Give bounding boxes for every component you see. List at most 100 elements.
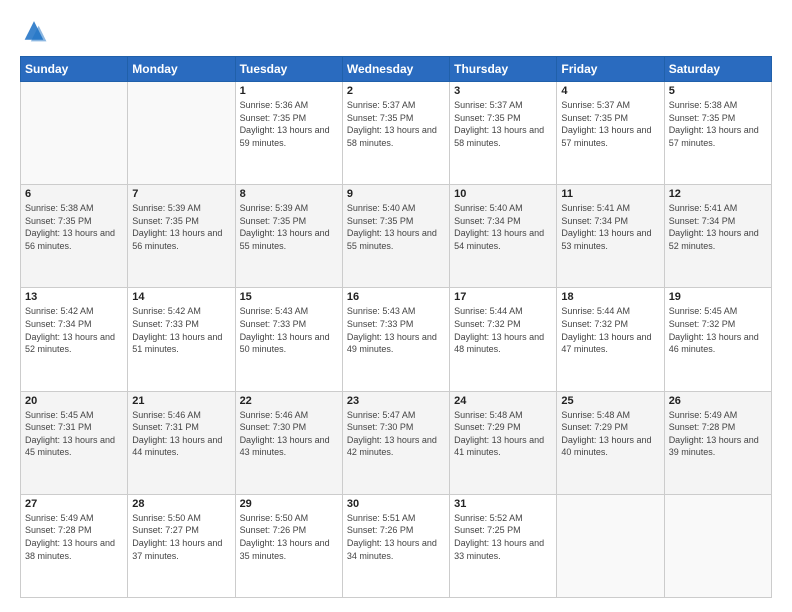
day-number: 24 — [454, 395, 552, 407]
day-number: 9 — [347, 188, 445, 200]
calendar-cell: 9 Sunrise: 5:40 AMSunset: 7:35 PMDaylight… — [342, 185, 449, 288]
week-row-2: 6 Sunrise: 5:38 AMSunset: 7:35 PMDaylight… — [21, 185, 772, 288]
calendar-cell — [664, 494, 771, 597]
day-number: 30 — [347, 498, 445, 510]
calendar-cell: 1 Sunrise: 5:36 AMSunset: 7:35 PMDaylight… — [235, 82, 342, 185]
calendar-cell: 4 Sunrise: 5:37 AMSunset: 7:35 PMDaylight… — [557, 82, 664, 185]
cell-sun-info: Sunrise: 5:52 AMSunset: 7:25 PMDaylight:… — [454, 512, 552, 562]
calendar-cell: 28 Sunrise: 5:50 AMSunset: 7:27 PMDayligh… — [128, 494, 235, 597]
calendar-cell: 10 Sunrise: 5:40 AMSunset: 7:34 PMDayligh… — [450, 185, 557, 288]
cell-sun-info: Sunrise: 5:36 AMSunset: 7:35 PMDaylight:… — [240, 99, 338, 149]
calendar-cell: 29 Sunrise: 5:50 AMSunset: 7:26 PMDayligh… — [235, 494, 342, 597]
day-header-sunday: Sunday — [21, 57, 128, 82]
day-number: 19 — [669, 291, 767, 303]
calendar-cell: 11 Sunrise: 5:41 AMSunset: 7:34 PMDayligh… — [557, 185, 664, 288]
cell-sun-info: Sunrise: 5:45 AMSunset: 7:31 PMDaylight:… — [25, 409, 123, 459]
cell-sun-info: Sunrise: 5:42 AMSunset: 7:34 PMDaylight:… — [25, 305, 123, 355]
cell-sun-info: Sunrise: 5:45 AMSunset: 7:32 PMDaylight:… — [669, 305, 767, 355]
day-number: 5 — [669, 85, 767, 97]
week-row-1: 1 Sunrise: 5:36 AMSunset: 7:35 PMDaylight… — [21, 82, 772, 185]
day-number: 23 — [347, 395, 445, 407]
day-number: 17 — [454, 291, 552, 303]
cell-sun-info: Sunrise: 5:46 AMSunset: 7:30 PMDaylight:… — [240, 409, 338, 459]
calendar-cell: 21 Sunrise: 5:46 AMSunset: 7:31 PMDayligh… — [128, 391, 235, 494]
calendar-cell: 13Sunrise: 5:42 AMSunset: 7:34 PMDayligh… — [21, 288, 128, 391]
day-header-monday: Monday — [128, 57, 235, 82]
day-header-saturday: Saturday — [664, 57, 771, 82]
cell-sun-info: Sunrise: 5:51 AMSunset: 7:26 PMDaylight:… — [347, 512, 445, 562]
cell-sun-info: Sunrise: 5:50 AMSunset: 7:26 PMDaylight:… — [240, 512, 338, 562]
day-number: 4 — [561, 85, 659, 97]
cell-sun-info: Sunrise: 5:41 AMSunset: 7:34 PMDaylight:… — [669, 202, 767, 252]
day-number: 10 — [454, 188, 552, 200]
calendar-cell: 18Sunrise: 5:44 AMSunset: 7:32 PMDayligh… — [557, 288, 664, 391]
cell-sun-info: Sunrise: 5:48 AMSunset: 7:29 PMDaylight:… — [454, 409, 552, 459]
day-number: 29 — [240, 498, 338, 510]
calendar-cell: 17Sunrise: 5:44 AMSunset: 7:32 PMDayligh… — [450, 288, 557, 391]
day-number: 18 — [561, 291, 659, 303]
calendar-cell: 15 Sunrise: 5:43 AMSunset: 7:33 PMDayligh… — [235, 288, 342, 391]
header — [20, 18, 772, 46]
calendar-cell: 27 Sunrise: 5:49 AMSunset: 7:28 PMDayligh… — [21, 494, 128, 597]
logo — [20, 18, 52, 46]
cell-sun-info: Sunrise: 5:40 AMSunset: 7:35 PMDaylight:… — [347, 202, 445, 252]
cell-sun-info: Sunrise: 5:43 AMSunset: 7:33 PMDaylight:… — [347, 305, 445, 355]
calendar-cell — [128, 82, 235, 185]
day-number: 14 — [132, 291, 230, 303]
calendar-cell: 5 Sunrise: 5:38 AMSunset: 7:35 PMDaylight… — [664, 82, 771, 185]
cell-sun-info: Sunrise: 5:38 AMSunset: 7:35 PMDaylight:… — [25, 202, 123, 252]
cell-sun-info: Sunrise: 5:37 AMSunset: 7:35 PMDaylight:… — [454, 99, 552, 149]
day-number: 2 — [347, 85, 445, 97]
calendar-cell: 24 Sunrise: 5:48 AMSunset: 7:29 PMDayligh… — [450, 391, 557, 494]
cell-sun-info: Sunrise: 5:39 AMSunset: 7:35 PMDaylight:… — [132, 202, 230, 252]
cell-sun-info: Sunrise: 5:49 AMSunset: 7:28 PMDaylight:… — [25, 512, 123, 562]
calendar-cell: 3 Sunrise: 5:37 AMSunset: 7:35 PMDaylight… — [450, 82, 557, 185]
calendar-cell — [21, 82, 128, 185]
cell-sun-info: Sunrise: 5:40 AMSunset: 7:34 PMDaylight:… — [454, 202, 552, 252]
calendar-table: SundayMondayTuesdayWednesdayThursdayFrid… — [20, 56, 772, 598]
cell-sun-info: Sunrise: 5:37 AMSunset: 7:35 PMDaylight:… — [561, 99, 659, 149]
cell-sun-info: Sunrise: 5:50 AMSunset: 7:27 PMDaylight:… — [132, 512, 230, 562]
page: SundayMondayTuesdayWednesdayThursdayFrid… — [0, 0, 792, 612]
cell-sun-info: Sunrise: 5:38 AMSunset: 7:35 PMDaylight:… — [669, 99, 767, 149]
week-row-3: 13Sunrise: 5:42 AMSunset: 7:34 PMDayligh… — [21, 288, 772, 391]
calendar-cell: 8 Sunrise: 5:39 AMSunset: 7:35 PMDaylight… — [235, 185, 342, 288]
cell-sun-info: Sunrise: 5:48 AMSunset: 7:29 PMDaylight:… — [561, 409, 659, 459]
cell-sun-info: Sunrise: 5:39 AMSunset: 7:35 PMDaylight:… — [240, 202, 338, 252]
calendar-cell — [557, 494, 664, 597]
days-header-row: SundayMondayTuesdayWednesdayThursdayFrid… — [21, 57, 772, 82]
week-row-4: 20 Sunrise: 5:45 AMSunset: 7:31 PMDayligh… — [21, 391, 772, 494]
cell-sun-info: Sunrise: 5:41 AMSunset: 7:34 PMDaylight:… — [561, 202, 659, 252]
day-number: 21 — [132, 395, 230, 407]
calendar-cell: 31 Sunrise: 5:52 AMSunset: 7:25 PMDayligh… — [450, 494, 557, 597]
calendar-cell: 12 Sunrise: 5:41 AMSunset: 7:34 PMDayligh… — [664, 185, 771, 288]
calendar-cell: 6 Sunrise: 5:38 AMSunset: 7:35 PMDaylight… — [21, 185, 128, 288]
day-number: 15 — [240, 291, 338, 303]
day-number: 16 — [347, 291, 445, 303]
calendar-cell: 23Sunrise: 5:47 AMSunset: 7:30 PMDayligh… — [342, 391, 449, 494]
day-number: 3 — [454, 85, 552, 97]
calendar-cell: 22 Sunrise: 5:46 AMSunset: 7:30 PMDayligh… — [235, 391, 342, 494]
day-number: 8 — [240, 188, 338, 200]
day-number: 31 — [454, 498, 552, 510]
day-number: 11 — [561, 188, 659, 200]
day-number: 20 — [25, 395, 123, 407]
day-number: 22 — [240, 395, 338, 407]
day-number: 25 — [561, 395, 659, 407]
day-number: 27 — [25, 498, 123, 510]
day-header-thursday: Thursday — [450, 57, 557, 82]
day-number: 6 — [25, 188, 123, 200]
cell-sun-info: Sunrise: 5:42 AMSunset: 7:33 PMDaylight:… — [132, 305, 230, 355]
cell-sun-info: Sunrise: 5:43 AMSunset: 7:33 PMDaylight:… — [240, 305, 338, 355]
calendar-cell: 26Sunrise: 5:49 AMSunset: 7:28 PMDayligh… — [664, 391, 771, 494]
week-row-5: 27 Sunrise: 5:49 AMSunset: 7:28 PMDayligh… — [21, 494, 772, 597]
calendar-cell: 20 Sunrise: 5:45 AMSunset: 7:31 PMDayligh… — [21, 391, 128, 494]
cell-sun-info: Sunrise: 5:37 AMSunset: 7:35 PMDaylight:… — [347, 99, 445, 149]
cell-sun-info: Sunrise: 5:46 AMSunset: 7:31 PMDaylight:… — [132, 409, 230, 459]
day-number: 12 — [669, 188, 767, 200]
day-number: 7 — [132, 188, 230, 200]
calendar-cell: 25 Sunrise: 5:48 AMSunset: 7:29 PMDayligh… — [557, 391, 664, 494]
day-number: 28 — [132, 498, 230, 510]
calendar-cell: 16 Sunrise: 5:43 AMSunset: 7:33 PMDayligh… — [342, 288, 449, 391]
day-number: 1 — [240, 85, 338, 97]
